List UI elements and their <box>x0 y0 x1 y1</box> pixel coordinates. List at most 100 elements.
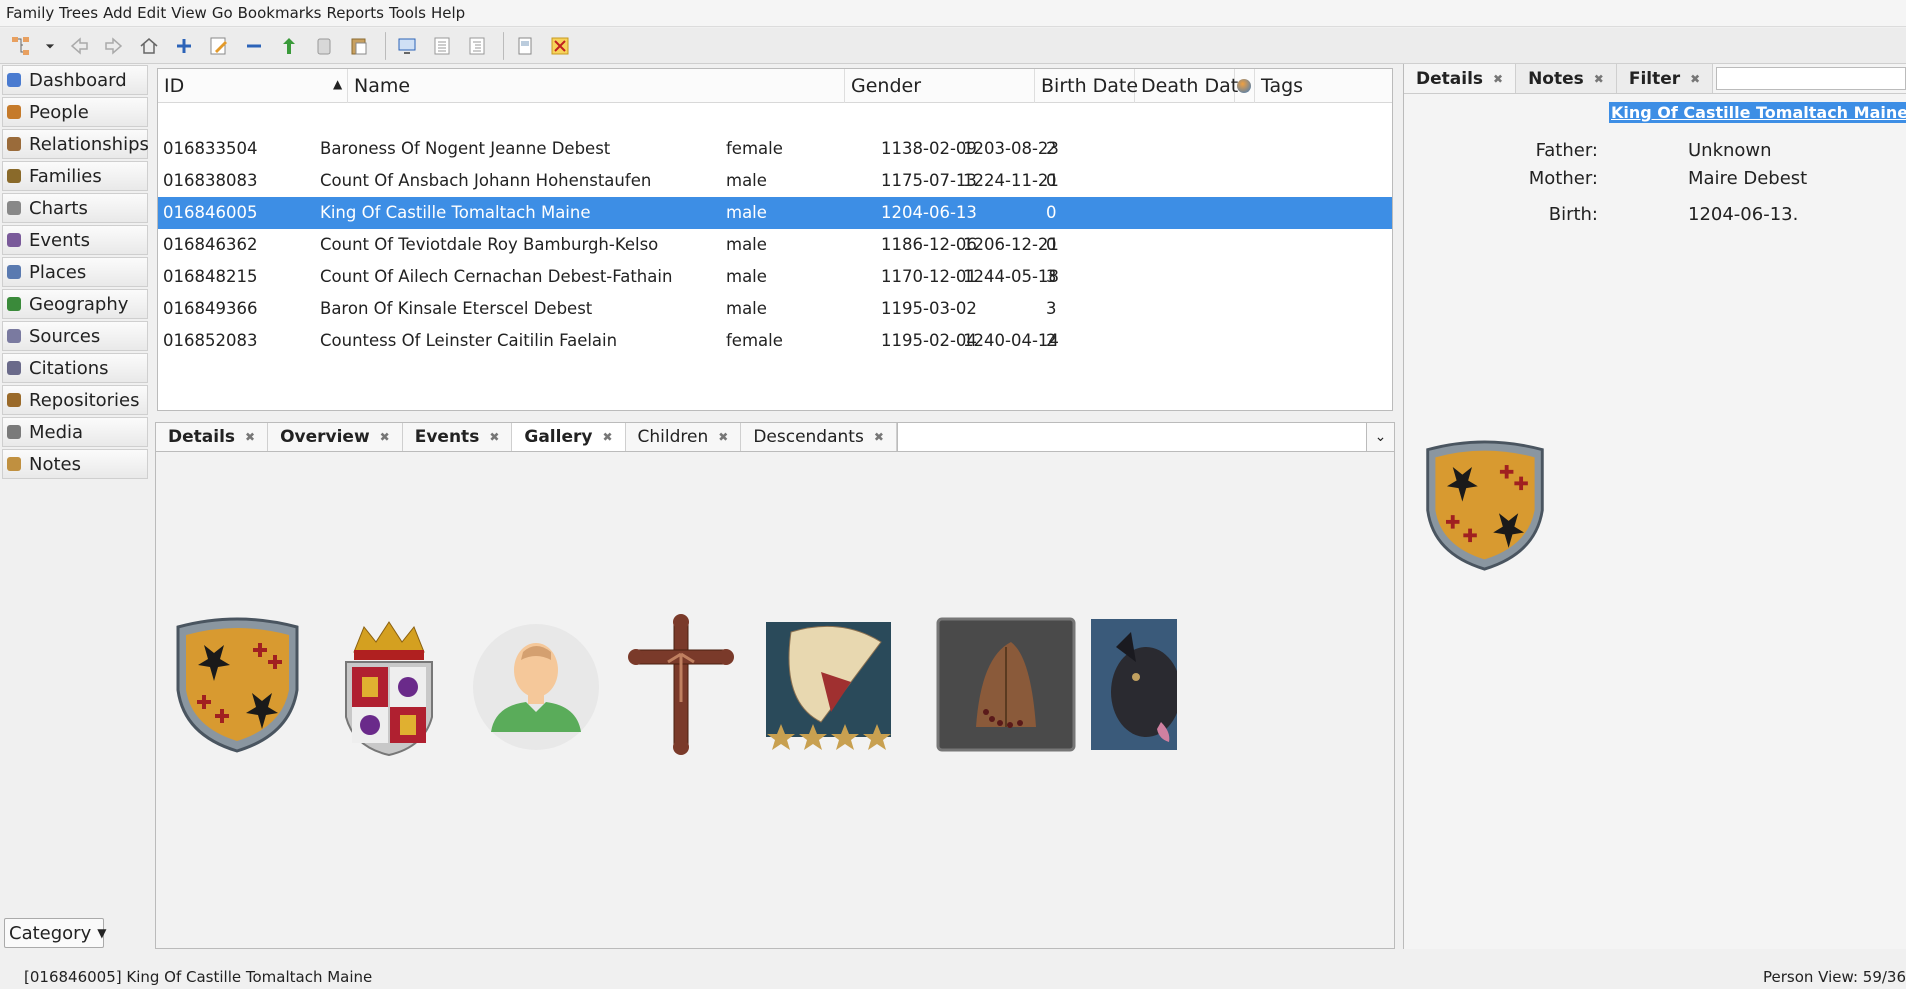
charts-icon <box>7 201 21 215</box>
paste-icon[interactable] <box>344 31 374 61</box>
tab-details[interactable]: Details ✖ <box>156 423 269 451</box>
sidebar-item-media[interactable]: Media <box>2 417 148 447</box>
table-row[interactable]: 016838083 Count Of Ansbach Johann Hohenst… <box>158 165 1392 197</box>
tab-descendants[interactable]: Descendants ✖ <box>741 423 897 451</box>
cell-gender: male <box>726 171 767 190</box>
sidebar-item-charts[interactable]: Charts <box>2 193 148 223</box>
clipboard-icon[interactable] <box>309 31 339 61</box>
mother-value[interactable]: Maire Debest <box>1688 168 1807 189</box>
close-icon[interactable]: ✖ <box>245 430 255 444</box>
sidebar-item-geography[interactable]: Geography <box>2 289 148 319</box>
praying-hands-image[interactable] <box>936 617 1076 752</box>
table-row[interactable]: 016852083 Countess Of Leinster Caitilin F… <box>158 325 1392 357</box>
right-sidebar: Details ✖ Notes ✖ Filter ✖ King Of Castille… <box>1403 64 1906 949</box>
menu-add[interactable]: Add <box>103 4 132 22</box>
column-tags[interactable]: Tags <box>1255 69 1392 103</box>
cell-num: 0 <box>1046 203 1057 222</box>
column-birth-date[interactable]: Birth Date <box>1035 69 1139 103</box>
list-view-icon[interactable] <box>427 31 457 61</box>
coat-of-arms-image[interactable] <box>170 615 305 755</box>
close-icon[interactable]: ✖ <box>874 430 884 444</box>
tab-right-notes[interactable]: Notes ✖ <box>1516 64 1617 93</box>
person-coat-of-arms-image[interactable] <box>1420 438 1550 573</box>
tab-gallery[interactable]: Gallery ✖ <box>512 423 626 451</box>
close-icon[interactable]: ✖ <box>602 430 612 444</box>
close-icon[interactable]: ✖ <box>380 430 390 444</box>
tools-icon[interactable] <box>545 31 575 61</box>
tree-icon[interactable] <box>6 31 36 61</box>
table-row[interactable]: 016846005 King Of Castille Tomaltach Main… <box>158 197 1392 229</box>
column-name[interactable]: Name <box>348 69 845 103</box>
remove-icon[interactable] <box>239 31 269 61</box>
config-view-icon[interactable] <box>392 31 422 61</box>
tab-right-details[interactable]: Details ✖ <box>1404 64 1517 93</box>
sidebar-item-families[interactable]: Families <box>2 161 148 191</box>
sidebar-item-places[interactable]: Places <box>2 257 148 287</box>
sidebar-item-events[interactable]: Events <box>2 225 148 255</box>
menu-view[interactable]: View <box>171 4 207 22</box>
close-icon[interactable]: ✖ <box>718 430 728 444</box>
right-tab-dropdown[interactable] <box>1716 67 1906 90</box>
menu-bookmarks[interactable]: Bookmarks <box>238 4 322 22</box>
sidebar-item-sources[interactable]: Sources <box>2 321 148 351</box>
close-icon[interactable]: ✖ <box>1690 72 1700 86</box>
dog-image[interactable] <box>1091 617 1177 752</box>
cell-gender: male <box>726 267 767 286</box>
menu-go[interactable]: Go <box>212 4 233 22</box>
column-number[interactable] <box>1235 69 1255 103</box>
father-value[interactable]: Unknown <box>1688 140 1772 161</box>
table-row[interactable]: 016846362 Count Of Teviotdale Roy Bamburg… <box>158 229 1392 261</box>
tab-events[interactable]: Events ✖ <box>403 423 513 451</box>
sidebar-item-repositories[interactable]: Repositories <box>2 385 148 415</box>
sidebar-item-relationships[interactable]: Relationships <box>2 129 149 159</box>
column-gender-label: Gender <box>851 75 922 97</box>
merge-icon[interactable] <box>274 31 304 61</box>
cell-gender: female <box>726 139 783 158</box>
scroll-stars-image[interactable] <box>761 612 916 757</box>
table-row[interactable]: 016849366 Baron Of Kinsale Eterscel Debes… <box>158 293 1392 325</box>
sidebar-item-dashboard[interactable]: Dashboard <box>2 65 148 95</box>
crucifix-image[interactable] <box>626 612 736 757</box>
cell-num: 2 <box>1046 331 1057 350</box>
sidebar-item-notes[interactable]: Notes <box>2 449 148 479</box>
menu-edit[interactable]: Edit <box>137 4 166 22</box>
sidebar-item-label: Media <box>29 421 84 443</box>
close-icon[interactable]: ✖ <box>1493 72 1503 86</box>
menu-help[interactable]: Help <box>431 4 465 22</box>
menu-family-trees[interactable]: Family Trees <box>6 4 98 22</box>
tab-overview[interactable]: Overview ✖ <box>268 423 403 451</box>
menu-reports[interactable]: Reports <box>326 4 384 22</box>
chevron-down-icon[interactable]: ⌄ <box>1366 423 1394 451</box>
home-icon[interactable] <box>134 31 164 61</box>
table-row[interactable]: 016848215 Count Of Ailech Cernachan Debes… <box>158 261 1392 293</box>
royal-crest-image[interactable] <box>334 617 444 757</box>
column-death-date[interactable]: Death Date <box>1135 69 1250 103</box>
column-birth-label: Birth Date <box>1041 75 1139 97</box>
sidebar-item-label: Notes <box>29 453 81 475</box>
selected-person-name[interactable]: King Of Castille Tomaltach Maine <box>1609 102 1906 123</box>
cell-id: 016833504 <box>163 139 258 158</box>
add-icon[interactable] <box>169 31 199 61</box>
person-silhouette-image[interactable] <box>471 622 601 752</box>
column-gender[interactable]: Gender <box>845 69 1035 103</box>
column-id[interactable]: ID ▲ <box>158 69 348 103</box>
sidebar-item-people[interactable]: People <box>2 97 148 127</box>
forward-icon[interactable] <box>99 31 129 61</box>
tree-view-icon[interactable] <box>462 31 492 61</box>
category-select[interactable]: Category ▼ <box>4 918 106 948</box>
sources-icon <box>7 329 21 343</box>
sidebar-item-citations[interactable]: Citations <box>2 353 148 383</box>
sidebar-item-label: Relationships <box>29 133 149 155</box>
table-row[interactable]: 016833504 Baroness Of Nogent Jeanne Debes… <box>158 133 1392 165</box>
close-icon[interactable]: ✖ <box>1594 72 1604 86</box>
back-icon[interactable] <box>64 31 94 61</box>
tab-filler <box>896 423 1366 451</box>
statusbar: [016846005] King Of Castille Tomaltach M… <box>0 964 1906 989</box>
tab-children[interactable]: Children ✖ <box>626 423 742 451</box>
tab-right-filter[interactable]: Filter ✖ <box>1616 64 1714 93</box>
close-icon[interactable]: ✖ <box>489 430 499 444</box>
menu-tools[interactable]: Tools <box>389 4 426 22</box>
report-icon[interactable] <box>510 31 540 61</box>
edit-icon[interactable] <box>204 31 234 61</box>
dropdown-icon[interactable] <box>41 31 59 61</box>
